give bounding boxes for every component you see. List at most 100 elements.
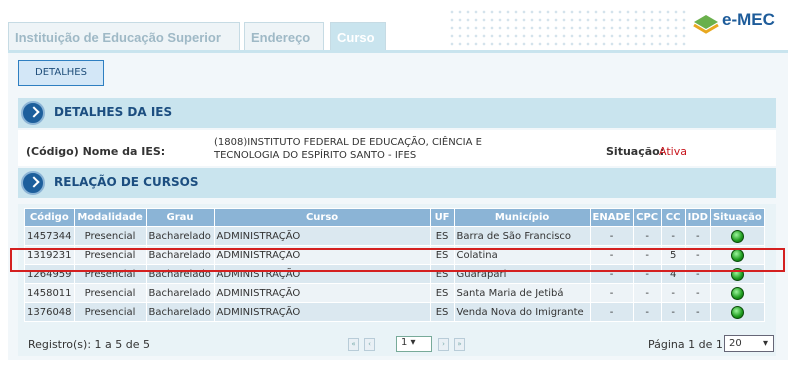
cell-modalidade: Presencial: [73, 283, 147, 303]
courses-table: Código Modalidade Grau Curso UF Municípi…: [24, 208, 765, 322]
situacao-value: Ativa: [659, 145, 687, 158]
cell-uf: ES: [429, 245, 455, 265]
cell-uf: ES: [429, 226, 455, 246]
cell-municipio: Guarapari: [453, 264, 591, 284]
tab-instituicao[interactable]: Instituição de Educação Superior: [8, 22, 240, 50]
page-of-label: Página 1 de 1: [648, 338, 723, 351]
col-modalidade[interactable]: Modalidade: [73, 208, 147, 227]
cell-enade: -: [589, 283, 634, 303]
tab-label: Endereço: [251, 30, 311, 45]
table-footer: Registro(s): 1 a 5 de 5 « ‹ 1 ▾ › » Pági…: [18, 334, 776, 356]
ies-key-label: (Código) Nome da IES:: [26, 145, 166, 158]
cell-codigo: 1319231: [24, 245, 75, 265]
cell-uf: ES: [429, 302, 455, 322]
cell-cpc: -: [632, 245, 662, 265]
cell-modalidade: Presencial: [73, 264, 147, 284]
situacao-label: Situação:: [606, 145, 665, 158]
col-uf[interactable]: UF: [429, 208, 455, 227]
cell-cc: 5: [660, 245, 686, 265]
cell-municipio: Colatina: [453, 245, 591, 265]
first-page-icon[interactable]: «: [348, 338, 359, 351]
cell-idd: -: [684, 226, 711, 246]
cell-enade: -: [589, 226, 634, 246]
cell-curso: ADMINISTRAÇÃO: [213, 283, 431, 303]
cell-municipio: Barra de São Francisco: [453, 226, 591, 246]
per-page-value: 20: [729, 338, 742, 349]
cell-idd: -: [684, 302, 711, 322]
cell-cc: -: [660, 283, 686, 303]
col-municipio[interactable]: Município: [453, 208, 591, 227]
table-row[interactable]: 1457344 Presencial Bacharelado ADMINISTR…: [24, 226, 765, 246]
status-green-icon: [730, 229, 744, 243]
decorative-pattern: [448, 8, 688, 46]
logo-text: e-MEC: [722, 10, 775, 29]
status-green-icon: [730, 248, 744, 262]
col-situacao[interactable]: Situação: [709, 208, 765, 227]
cell-modalidade: Presencial: [73, 245, 147, 265]
cell-codigo: 1458011: [24, 283, 75, 303]
table-row[interactable]: 1264959 Presencial Bacharelado ADMINISTR…: [24, 264, 765, 284]
section-relacao-cursos: RELAÇÃO DE CURSOS: [18, 168, 776, 198]
page-select[interactable]: 1 ▾: [396, 336, 432, 352]
cell-uf: ES: [429, 264, 455, 284]
cell-uf: ES: [429, 283, 455, 303]
records-count: Registro(s): 1 a 5 de 5: [28, 338, 150, 351]
ies-name: (1808)INSTITUTO FEDERAL DE EDUCAÇÃO, CIÊ…: [214, 137, 482, 161]
col-grau[interactable]: Grau: [145, 208, 215, 227]
status-green-icon: [730, 305, 744, 319]
section-title: DETALHES DA IES: [54, 105, 173, 119]
col-idd[interactable]: IDD: [684, 208, 711, 227]
cell-situacao: [709, 226, 765, 246]
col-codigo[interactable]: Código: [24, 208, 75, 227]
cell-cpc: -: [632, 264, 662, 284]
ies-info: (Código) Nome da IES: (1808)INSTITUTO FE…: [18, 130, 776, 166]
cell-cpc: -: [632, 283, 662, 303]
cell-modalidade: Presencial: [73, 226, 147, 246]
section-arrow-icon: [21, 171, 45, 195]
tab-label: Curso: [337, 30, 375, 45]
per-page-select[interactable]: 20 ▾: [724, 335, 774, 352]
cell-cc: 4: [660, 264, 686, 284]
table-row[interactable]: 1458011 Presencial Bacharelado ADMINISTR…: [24, 283, 765, 303]
cell-grau: Bacharelado: [145, 226, 215, 246]
col-cpc[interactable]: CPC: [632, 208, 662, 227]
cell-cc: -: [660, 302, 686, 322]
cell-enade: -: [589, 245, 634, 265]
cell-codigo: 1457344: [24, 226, 75, 246]
chevron-down-icon: ▾: [762, 338, 768, 349]
cell-idd: -: [684, 283, 711, 303]
cell-cpc: -: [632, 302, 662, 322]
cell-situacao: [709, 245, 765, 265]
page-select-value: 1: [401, 337, 408, 348]
next-page-icon[interactable]: ›: [438, 338, 449, 351]
section-arrow-icon: [21, 101, 45, 125]
cell-municipio: Santa Maria de Jetibá: [453, 283, 591, 303]
cell-curso: ADMINISTRAÇÃO: [213, 245, 431, 265]
cell-curso: ADMINISTRAÇÃO: [213, 302, 431, 322]
cell-grau: Bacharelado: [145, 264, 215, 284]
prev-page-icon[interactable]: ‹: [364, 338, 375, 351]
cell-municipio: Venda Nova do Imigrante: [453, 302, 591, 322]
status-green-icon: [730, 286, 744, 300]
detalhes-button[interactable]: DETALHES: [18, 60, 104, 86]
cell-grau: Bacharelado: [145, 283, 215, 303]
col-curso[interactable]: Curso: [213, 208, 431, 227]
cell-curso: ADMINISTRAÇÃO: [213, 264, 431, 284]
cell-situacao: [709, 302, 765, 322]
tab-endereco[interactable]: Endereço: [244, 22, 324, 50]
tab-label: Instituição de Educação Superior: [15, 30, 221, 45]
cell-enade: -: [589, 302, 634, 322]
cell-cpc: -: [632, 226, 662, 246]
section-title: RELAÇÃO DE CURSOS: [54, 175, 199, 189]
col-enade[interactable]: ENADE: [589, 208, 634, 227]
cell-enade: -: [589, 264, 634, 284]
cell-grau: Bacharelado: [145, 302, 215, 322]
cell-situacao: [709, 264, 765, 284]
section-detalhes-ies: DETALHES DA IES: [18, 98, 776, 128]
last-page-icon[interactable]: »: [454, 338, 465, 351]
table-row[interactable]: 1319231 Presencial Bacharelado ADMINISTR…: [24, 245, 765, 265]
col-cc[interactable]: CC: [660, 208, 686, 227]
table-row[interactable]: 1376048 Presencial Bacharelado ADMINISTR…: [24, 302, 765, 322]
cell-codigo: 1264959: [24, 264, 75, 284]
tab-curso[interactable]: Curso: [330, 22, 386, 50]
